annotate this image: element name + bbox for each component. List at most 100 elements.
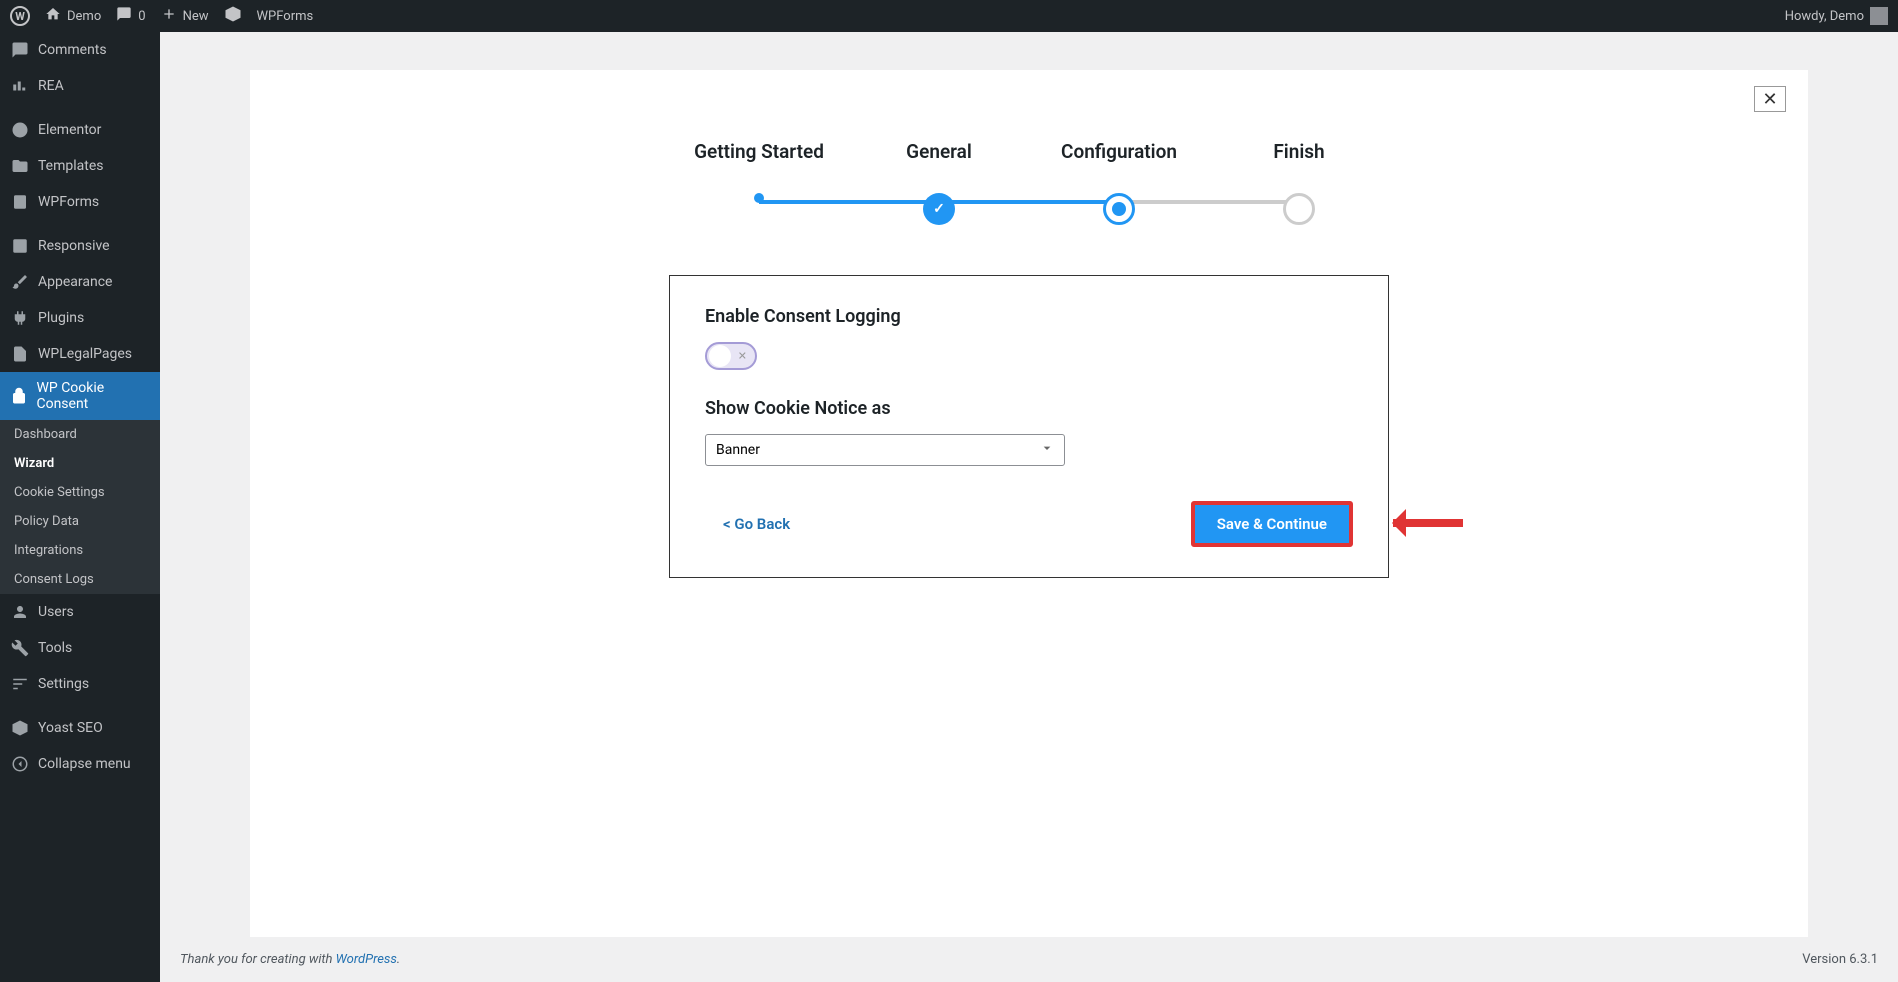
settings-icon [10,674,30,694]
go-back-link[interactable]: < Go Back [705,515,790,533]
consent-logging-toggle[interactable]: ✕ [705,342,757,370]
sidebar-item-label: Appearance [38,274,112,290]
close-icon: ✕ [1762,89,1777,110]
submenu-integrations[interactable]: Integrations [0,536,160,565]
submenu-wizard[interactable]: Wizard [0,449,160,478]
admin-bar-right: Howdy, Demo [1785,7,1888,25]
wordpress-logo-icon: W [10,6,30,26]
toggle-thumb [709,345,731,367]
submenu-cookie-settings[interactable]: Cookie Settings [0,478,160,507]
save-continue-button[interactable]: Save & Continue [1191,501,1353,547]
sidebar-item-label: REA [38,78,64,94]
sidebar-item-templates[interactable]: Templates [0,148,160,184]
new-label: New [183,9,209,24]
sidebar-item-label: Plugins [38,310,84,326]
brush-icon [10,272,30,292]
sidebar-item-yoast[interactable]: Yoast SEO [0,710,160,746]
lock-icon [10,386,28,406]
step-circle-upcoming [1283,193,1315,225]
site-name-link[interactable]: Demo [45,6,101,26]
sidebar-item-label: Comments [38,42,107,58]
admin-bar: W Demo 0 New WPForms [0,0,1898,32]
howdy-link[interactable]: Howdy, Demo [1785,7,1888,25]
sidebar-item-settings[interactable]: Settings [0,666,160,702]
sidebar-item-label: WPLegalPages [38,346,132,362]
wizard-form: Enable Consent Logging ✕ Show Cookie Not… [669,275,1389,578]
step-finish[interactable]: Finish [1209,140,1389,225]
yoast-icon [10,718,30,738]
submenu-consent-logs[interactable]: Consent Logs [0,565,160,594]
sidebar-item-comments[interactable]: Comments [0,32,160,68]
footer: Thank you for creating with WordPress. V… [180,937,1878,982]
yoast-icon [224,5,242,27]
footer-credit: Thank you for creating with WordPress. [180,952,400,967]
sidebar-collapse[interactable]: Collapse menu [0,746,160,782]
step-general[interactable]: General [849,140,1029,225]
howdy-text: Howdy, Demo [1785,9,1864,24]
sidebar-item-label: WP Cookie Consent [36,380,150,412]
consent-logging-label: Enable Consent Logging [705,306,1353,327]
sidebar-item-tools[interactable]: Tools [0,630,160,666]
step-circle-completed [923,193,955,225]
sidebar-item-wpforms[interactable]: WPForms [0,184,160,220]
cookie-notice-select[interactable]: Banner [705,434,1065,466]
sidebar-item-label: Collapse menu [38,756,131,772]
cookie-notice-group: Show Cookie Notice as Banner [705,398,1353,466]
form-icon [10,192,30,212]
plugin-icon [10,308,30,328]
sidebar-item-label: Yoast SEO [38,720,103,736]
sidebar-item-plugins[interactable]: Plugins [0,300,160,336]
form-actions: < Go Back Save & Continue [705,501,1353,547]
toggle-x-icon: ✕ [738,350,747,363]
sidebar-item-label: Users [38,604,74,620]
sidebar-item-appearance[interactable]: Appearance [0,264,160,300]
submenu-policy-data[interactable]: Policy Data [0,507,160,536]
wizard-panel: ✕ Getting Started General Configuration … [250,70,1808,937]
sidebar-item-users[interactable]: Users [0,594,160,630]
home-icon [45,6,61,26]
elementor-icon [10,120,30,140]
sidebar-item-wplegalpages[interactable]: WPLegalPages [0,336,160,372]
wordpress-link[interactable]: WordPress [336,952,397,967]
wpforms-link[interactable]: WPForms [257,9,314,24]
step-getting-started[interactable]: Getting Started [669,140,849,225]
yoast-link[interactable] [224,5,242,27]
wpforms-label: WPForms [257,9,314,24]
comments-link[interactable]: 0 [116,6,145,26]
step-dot [754,193,764,203]
site-name: Demo [67,9,101,24]
comment-count: 0 [138,9,145,24]
sidebar-item-label: Templates [38,158,104,174]
sidebar-item-label: WPForms [38,194,99,210]
admin-bar-left: W Demo 0 New WPForms [10,5,313,27]
responsive-icon [10,236,30,256]
wp-logo[interactable]: W [10,6,30,26]
comment-icon [10,40,30,60]
main-content: ✕ Getting Started General Configuration … [160,32,1898,982]
version-text: Version 6.3.1 [1802,952,1878,967]
sidebar-item-label: Responsive [38,238,110,254]
admin-sidebar: Comments REA Elementor Templates WPForms… [0,32,160,982]
plus-icon [161,6,177,26]
folder-icon [10,156,30,176]
consent-logging-group: Enable Consent Logging ✕ [705,306,1353,370]
sidebar-item-responsive[interactable]: Responsive [0,228,160,264]
submenu-dashboard[interactable]: Dashboard [0,420,160,449]
arrow-annotation [1393,519,1463,527]
sidebar-item-rea[interactable]: REA [0,68,160,104]
close-button[interactable]: ✕ [1754,86,1786,112]
submenu: Dashboard Wizard Cookie Settings Policy … [0,420,160,594]
cookie-notice-select-wrap: Banner [705,434,1065,466]
collapse-icon [10,754,30,774]
cookie-notice-label: Show Cookie Notice as [705,398,1353,419]
sidebar-item-elementor[interactable]: Elementor [0,112,160,148]
sidebar-item-wpcookieconsent[interactable]: WP Cookie Consent [0,372,160,420]
new-content-link[interactable]: New [161,6,209,26]
step-circle-current [1103,193,1135,225]
comment-icon [116,6,132,26]
save-btn-wrap: Save & Continue [1191,501,1353,547]
avatar-icon [1870,7,1888,25]
sidebar-item-label: Tools [38,640,72,656]
step-configuration[interactable]: Configuration [1029,140,1209,225]
sidebar-item-label: Settings [38,676,89,692]
